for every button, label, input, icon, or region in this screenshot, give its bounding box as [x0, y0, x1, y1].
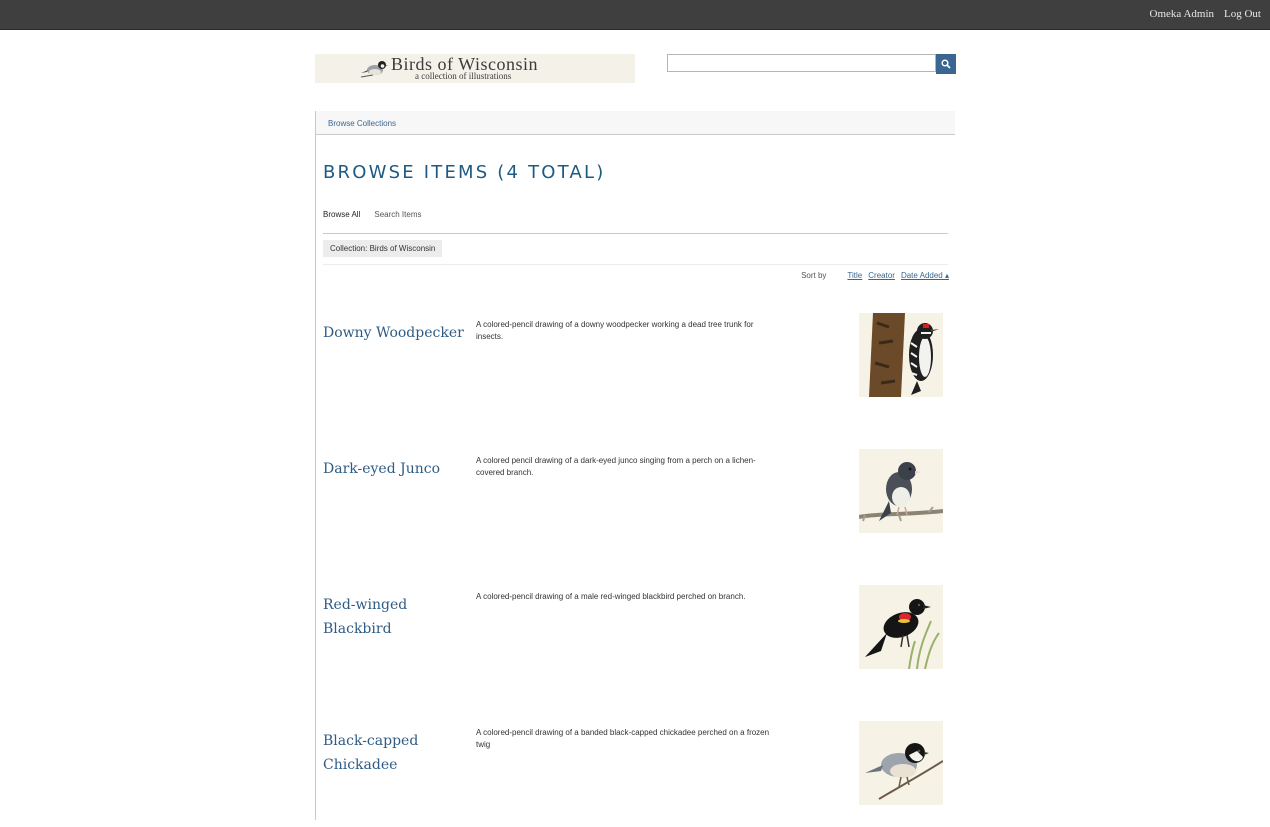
secondary-nav: Browse All Search Items — [323, 210, 422, 219]
list-item: Red-winged Blackbird A colored-pencil dr… — [323, 585, 948, 691]
admin-links: Omeka Admin Log Out — [1150, 8, 1261, 20]
sort-by-date-added-link[interactable]: Date Added ▴ — [901, 271, 949, 280]
black-capped-chickadee-icon — [859, 721, 943, 805]
sort-bar: Sort by Title Creator Date Added ▴ — [801, 271, 949, 280]
primary-nav: Browse Collections — [316, 111, 955, 135]
admin-user-link[interactable]: Omeka Admin — [1150, 8, 1214, 20]
downy-woodpecker-thumbnail[interactable] — [859, 313, 943, 397]
dark-eyed-junco-icon — [859, 449, 943, 533]
downy-woodpecker-icon — [859, 313, 943, 397]
site-logo[interactable]: Birds of Wisconsin a collection of illus… — [315, 54, 635, 83]
item-description: A colored-pencil drawing of a male red-w… — [476, 592, 746, 601]
list-item: Dark-eyed Junco A colored pencil drawing… — [323, 449, 948, 555]
sort-by-title-link[interactable]: Title — [847, 271, 862, 280]
item-description: A colored-pencil drawing of a downy wood… — [476, 320, 754, 341]
item-title-link[interactable]: Red-winged Blackbird — [323, 593, 473, 641]
search-icon — [941, 59, 951, 69]
tab-browse-all[interactable]: Browse All — [323, 210, 360, 219]
search-form — [667, 54, 956, 74]
collection-filter-tag: Collection: Birds of Wisconsin — [323, 240, 443, 257]
dark-eyed-junco-thumbnail[interactable] — [859, 449, 943, 533]
item-description: A colored pencil drawing of a dark-eyed … — [476, 456, 756, 477]
nav-browse-collections[interactable]: Browse Collections — [328, 119, 396, 128]
search-input[interactable] — [667, 54, 936, 72]
red-winged-blackbird-thumbnail[interactable] — [859, 585, 943, 669]
tab-search-items[interactable]: Search Items — [374, 210, 421, 219]
sort-by-creator-link[interactable]: Creator — [868, 271, 895, 280]
site-subtitle: a collection of illustrations — [415, 71, 512, 81]
red-winged-blackbird-icon — [859, 585, 943, 669]
sort-label: Sort by — [801, 271, 827, 280]
admin-bar: Omeka Admin Log Out — [0, 0, 1270, 30]
black-capped-chickadee-thumbnail[interactable] — [859, 721, 943, 805]
content-area: Browse Collections BROWSE ITEMS (4 TOTAL… — [315, 111, 956, 820]
item-title-link[interactable]: Downy Woodpecker — [323, 321, 473, 345]
logout-link[interactable]: Log Out — [1224, 8, 1261, 20]
item-title-link[interactable]: Dark-eyed Junco — [323, 457, 473, 481]
list-item: Downy Woodpecker A colored-pencil drawin… — [323, 313, 948, 419]
search-button[interactable] — [936, 54, 956, 74]
chickadee-logo-icon — [360, 61, 388, 78]
divider — [323, 264, 948, 265]
item-description: A colored-pencil drawing of a banded bla… — [476, 728, 770, 749]
page-title: BROWSE ITEMS (4 TOTAL) — [323, 162, 606, 183]
list-item: Black-capped Chickadee A colored-pencil … — [323, 721, 948, 827]
divider — [323, 233, 948, 234]
item-title-link[interactable]: Black-capped Chickadee — [323, 729, 473, 777]
